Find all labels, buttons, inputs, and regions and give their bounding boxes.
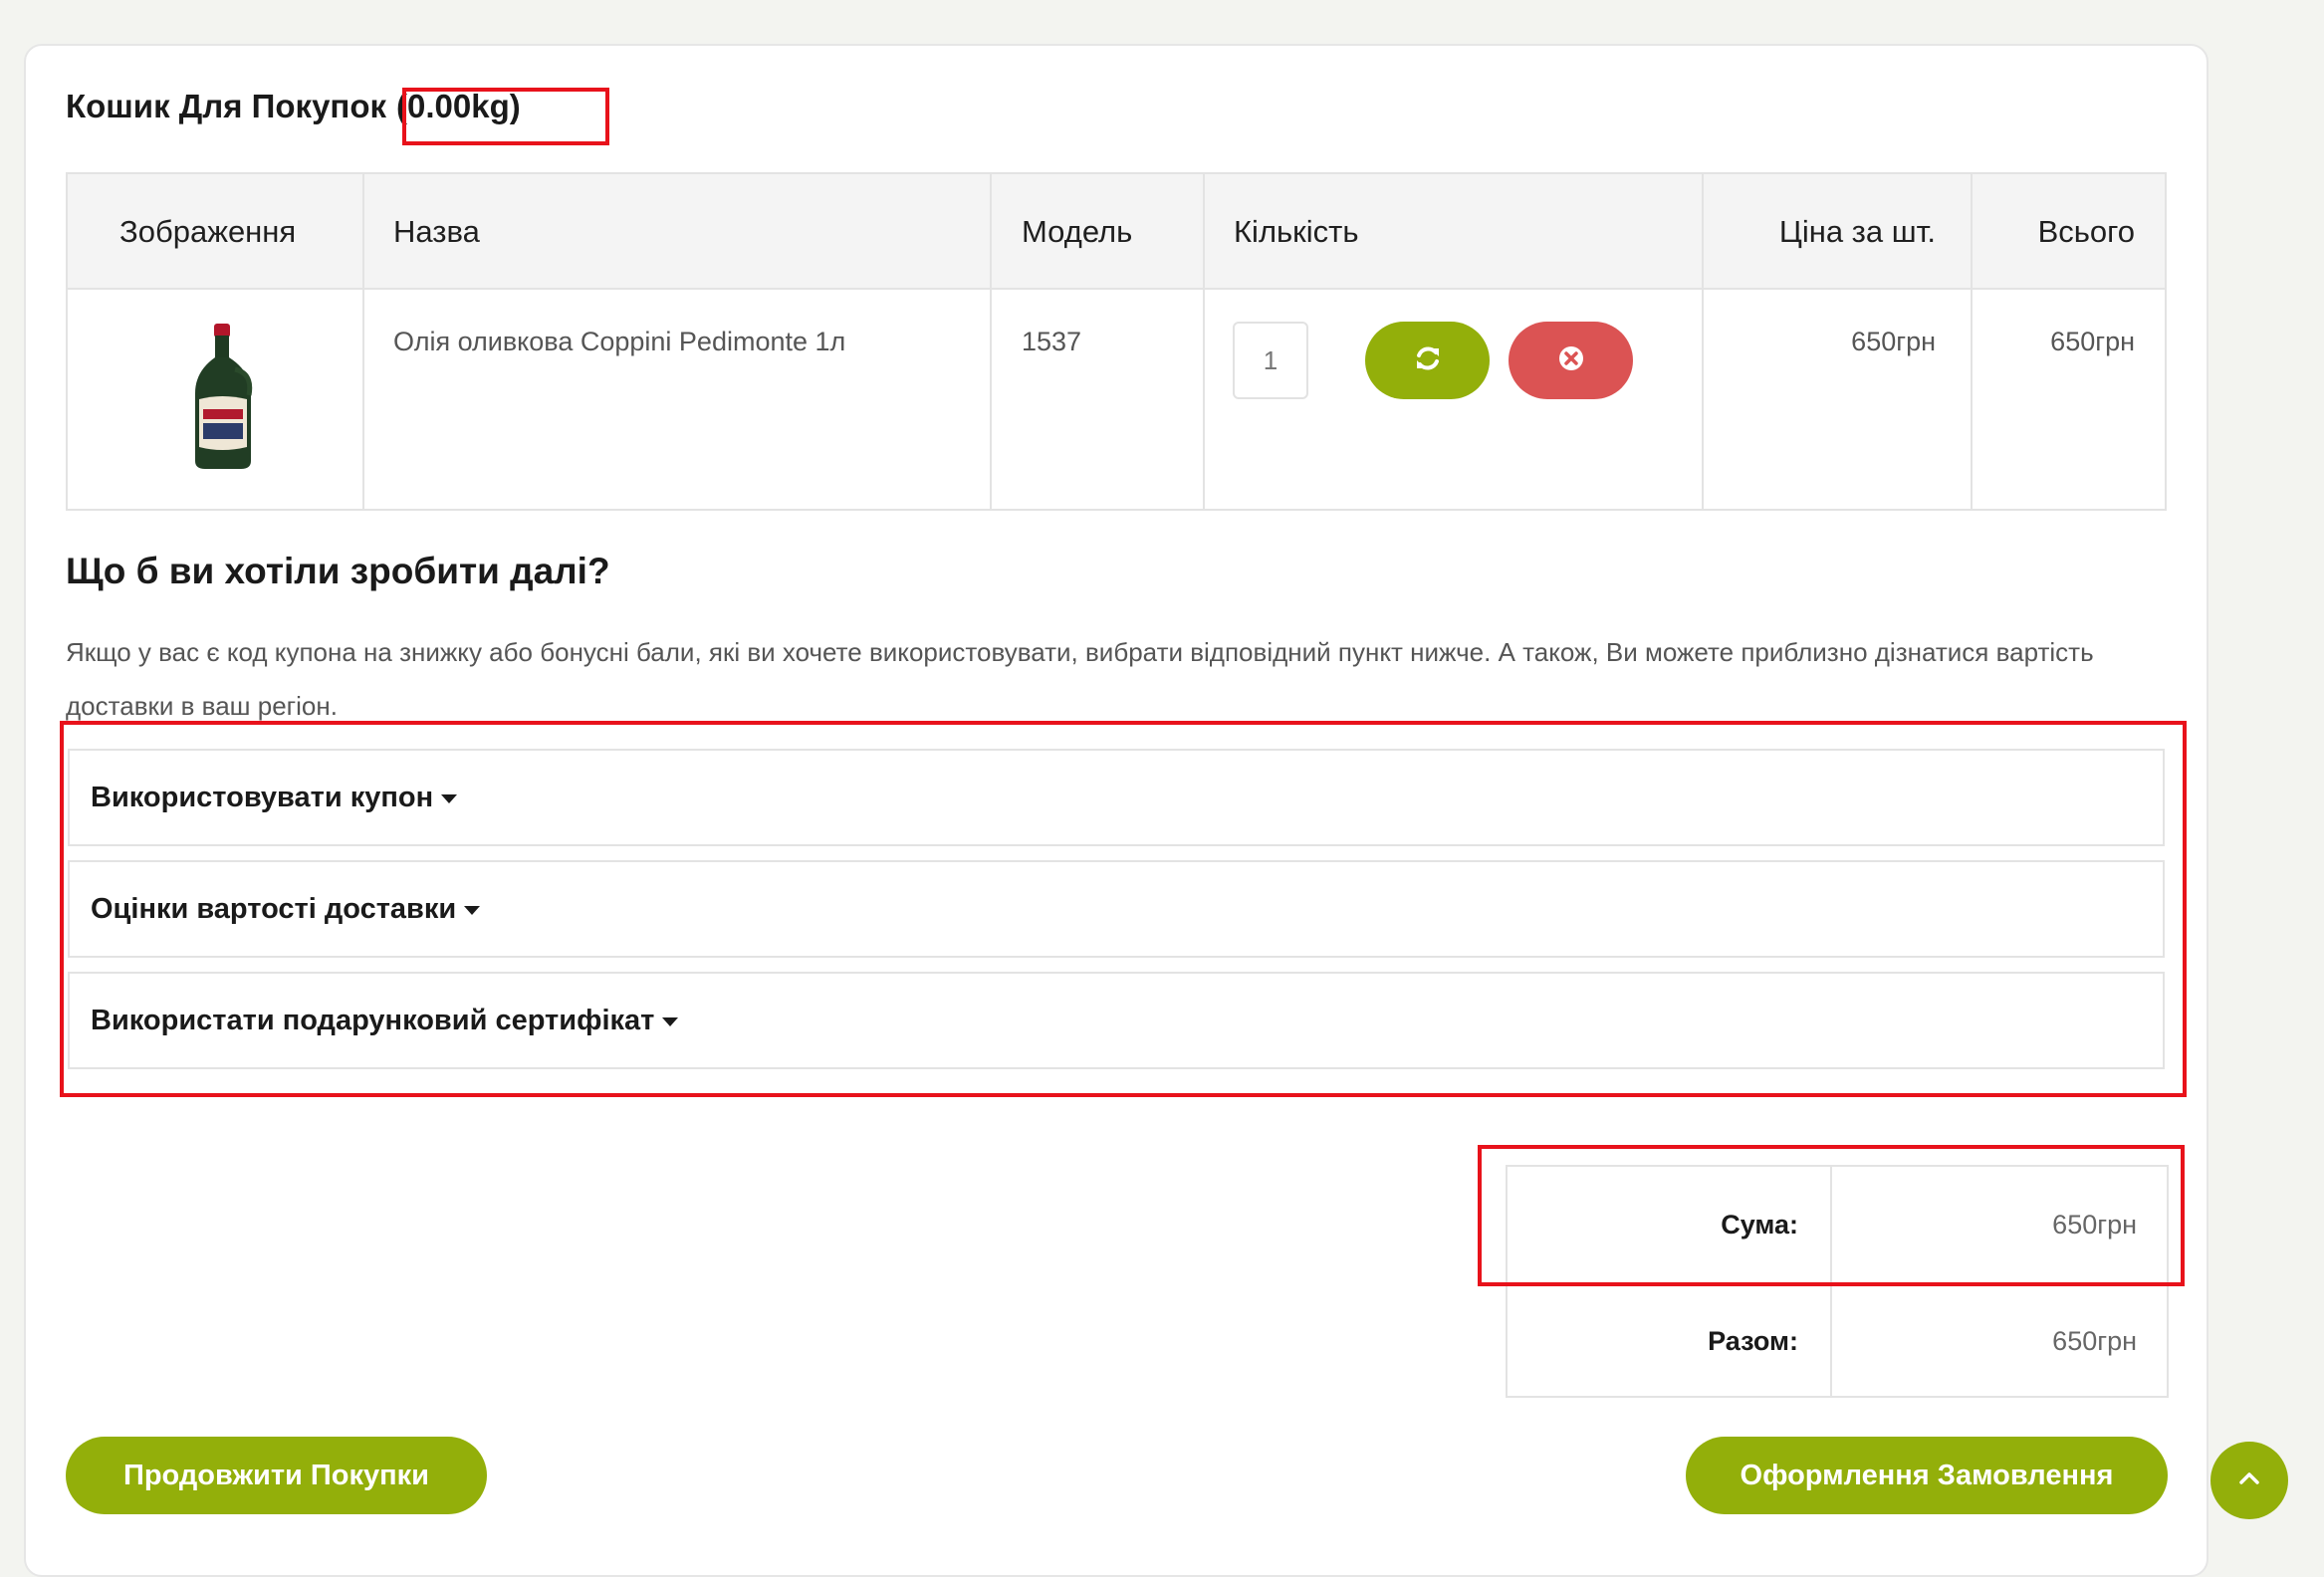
accordion-voucher[interactable]: Використати подарунковий сертифікат — [68, 972, 2165, 1069]
continue-shopping-button[interactable]: Продовжити Покупки — [66, 1437, 487, 1514]
next-steps-heading: Що б ви хотіли зробити далі? — [66, 551, 610, 591]
accordion-label: Використовувати купон — [91, 782, 434, 813]
product-name-link[interactable]: Олія оливкова Coppini Pedimonte 1л — [393, 327, 845, 357]
product-image[interactable] — [187, 324, 257, 476]
caret-down-icon — [441, 793, 458, 803]
product-model: 1537 — [1022, 327, 1082, 356]
cart-title: Кошик Для Покупок — [66, 88, 387, 124]
accordion-shipping[interactable]: Оцінки вартості доставки — [68, 860, 2165, 958]
column-name: Назва — [393, 214, 480, 249]
refresh-icon — [1414, 344, 1442, 377]
accordion-coupon[interactable]: Використовувати купон — [68, 749, 2165, 846]
remove-item-button[interactable] — [1509, 322, 1633, 399]
total-row: Разом: 650грн — [1508, 1282, 2167, 1398]
product-total: 650грн — [2050, 327, 2135, 356]
subtotal-label: Сума: — [1721, 1209, 1798, 1239]
quantity-input[interactable] — [1233, 322, 1308, 399]
subtotal-row: Сума: 650грн — [1508, 1167, 2167, 1282]
checkout-button[interactable]: Оформлення Замовлення — [1686, 1437, 2168, 1514]
total-value: 650грн — [2052, 1325, 2137, 1356]
column-image: Зображення — [119, 214, 297, 249]
cart-weight: (0.00kg) — [396, 88, 521, 124]
caret-down-icon — [464, 905, 481, 915]
total-label: Разом: — [1708, 1325, 1798, 1356]
column-model: Модель — [1022, 214, 1133, 249]
next-steps-text: Якщо у вас є код купона на знижку або бо… — [66, 637, 2094, 721]
scroll-to-top-button[interactable] — [2210, 1442, 2288, 1519]
accordion-label: Оцінки вартості доставки — [91, 893, 457, 925]
caret-down-icon — [662, 1016, 679, 1026]
totals-table: Сума: 650грн Разом: 650грн — [1506, 1165, 2169, 1398]
remove-icon — [1557, 344, 1585, 377]
chevron-up-icon — [2236, 1469, 2262, 1492]
column-quantity: Кількість — [1234, 214, 1359, 249]
accordion-label: Використати подарунковий сертифікат — [91, 1005, 655, 1036]
product-unit-price: 650грн — [1851, 327, 1936, 356]
page-title: Кошик Для Покупок (0.00kg) — [66, 88, 521, 125]
subtotal-value: 650грн — [2052, 1209, 2137, 1239]
column-total: Всього — [2037, 214, 2135, 249]
column-unit-price: Ціна за шт. — [1778, 214, 1936, 249]
update-quantity-button[interactable] — [1365, 322, 1490, 399]
cart-table: Зображення Назва Модель Кількість Ціна з… — [66, 172, 2167, 511]
